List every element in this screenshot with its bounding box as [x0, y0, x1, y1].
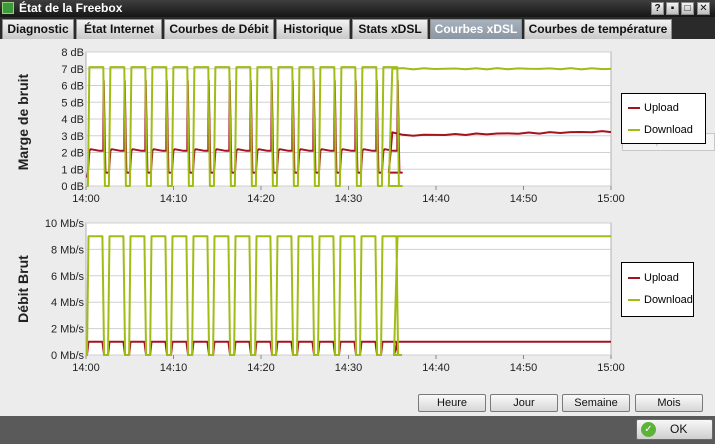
ok-label: OK: [670, 422, 688, 436]
y-tick-label: 4 Mb/s: [51, 297, 85, 309]
legend-item-upload: Upload: [628, 101, 703, 115]
legend-swatch-download: [628, 129, 640, 131]
x-tick-label: 14:40: [422, 193, 450, 205]
legend-label: Download: [644, 294, 693, 306]
x-tick-label: 14:10: [160, 193, 188, 205]
y-tick-label: 2 dB: [61, 148, 84, 160]
maximize-icon[interactable]: □: [681, 2, 694, 15]
y-tick-label: 4 dB: [61, 114, 84, 126]
y-tick-label: 1 dB: [61, 164, 84, 176]
tab-bar: Diagnostic État Internet Courbes de Débi…: [0, 17, 715, 39]
x-tick-label: 15:00: [597, 362, 625, 374]
tab-courbes-temperature[interactable]: Courbes de température: [524, 19, 672, 39]
legend-swatch-upload: [628, 107, 640, 109]
x-tick-label: 14:50: [510, 193, 538, 205]
noise-margin-y-axis: 0 dB 1 dB 2 dB 3 dB 4 dB 5 dB 6 dB 7 dB 8 dB: [61, 47, 84, 193]
noise-margin-axis-title: Marge de bruit: [15, 73, 31, 170]
minimize-icon[interactable]: ▪: [666, 2, 679, 15]
tab-courbes-debit[interactable]: Courbes de Débit: [164, 19, 274, 39]
tab-stats-xdsl[interactable]: Stats xDSL: [352, 19, 428, 39]
help-icon[interactable]: ?: [651, 2, 664, 15]
legend-label: Upload: [644, 102, 679, 114]
window-title: État de la Freebox: [19, 1, 123, 15]
y-tick-label: 8 dB: [61, 47, 84, 59]
y-tick-label: 7 dB: [61, 64, 84, 76]
y-tick-label: 0 Mb/s: [51, 350, 85, 362]
legend-label: Upload: [644, 272, 679, 284]
x-tick-label: 14:00: [72, 362, 100, 374]
x-tick-label: 14:00: [72, 193, 100, 205]
range-hour-button[interactable]: Heure: [418, 394, 486, 412]
x-tick-label: 14:30: [335, 362, 363, 374]
range-month-button[interactable]: Mois: [635, 394, 703, 412]
legend-item-download: Download: [628, 293, 693, 307]
y-tick-label: 2 Mb/s: [51, 324, 85, 336]
close-icon[interactable]: ✕: [697, 2, 710, 15]
footer-bar: [0, 416, 715, 444]
tab-etat-internet[interactable]: État Internet: [76, 19, 162, 39]
noise-margin-x-axis: 14:00 14:10 14:20 14:30 14:40 14:50 15:00: [72, 193, 625, 205]
y-tick-label: 6 dB: [61, 81, 84, 93]
x-tick-label: 14:30: [335, 193, 363, 205]
x-tick-label: 14:40: [422, 362, 450, 374]
freebox-status-window: État de la Freebox ? ▪ □ ✕ Diagnostic Ét…: [0, 0, 715, 444]
app-icon: [2, 2, 14, 14]
x-tick-label: 14:50: [510, 362, 538, 374]
check-icon: ✓: [641, 422, 656, 437]
y-tick-label: 8 Mb/s: [51, 244, 85, 256]
legend-swatch-download: [628, 299, 640, 301]
x-tick-label: 14:20: [247, 193, 275, 205]
y-tick-label: 0 dB: [61, 181, 84, 193]
range-week-button[interactable]: Semaine: [562, 394, 630, 412]
raw-bitrate-x-axis: 14:00 14:10 14:20 14:30 14:40 14:50 15:00: [72, 362, 625, 374]
raw-bitrate-chart: 0 Mb/s 2 Mb/s 4 Mb/s 6 Mb/s 8 Mb/s 10 Mb/s 14…: [15, 218, 625, 374]
x-tick-label: 15:00: [597, 193, 625, 205]
tab-diagnostic[interactable]: Diagnostic: [2, 19, 74, 39]
y-tick-label: 5 dB: [61, 97, 84, 109]
noise-margin-legend: Upload Download: [621, 93, 706, 144]
x-tick-label: 14:20: [247, 362, 275, 374]
xdsl-charts: 0 dB 1 dB 2 dB 3 dB 4 dB 5 dB 6 dB 7 dB 8 dB 14:…: [15, 47, 625, 374]
tab-courbes-xdsl[interactable]: Courbes xDSL: [430, 19, 522, 39]
raw-bitrate-axis-title: Débit Brut: [15, 255, 31, 323]
legend-label: Download: [644, 124, 693, 136]
title-bar[interactable]: État de la Freebox ? ▪ □ ✕: [0, 0, 715, 17]
ok-button[interactable]: ✓ OK: [636, 419, 713, 440]
y-tick-label: 3 dB: [61, 131, 84, 143]
raw-bitrate-legend: Upload Download: [621, 262, 694, 317]
tab-historique[interactable]: Historique: [276, 19, 350, 39]
x-tick-label: 14:10: [160, 362, 188, 374]
legend-item-upload: Upload: [628, 271, 693, 285]
y-tick-label: 6 Mb/s: [51, 271, 85, 283]
raw-bitrate-y-axis: 0 Mb/s 2 Mb/s 4 Mb/s 6 Mb/s 8 Mb/s 10 Mb/s: [45, 218, 85, 362]
legend-swatch-upload: [628, 277, 640, 279]
legend-item-download: Download: [628, 123, 703, 137]
range-day-button[interactable]: Jour: [490, 394, 558, 412]
y-tick-label: 10 Mb/s: [45, 218, 85, 230]
noise-margin-chart: 0 dB 1 dB 2 dB 3 dB 4 dB 5 dB 6 dB 7 dB 8 dB 14:…: [15, 47, 625, 205]
